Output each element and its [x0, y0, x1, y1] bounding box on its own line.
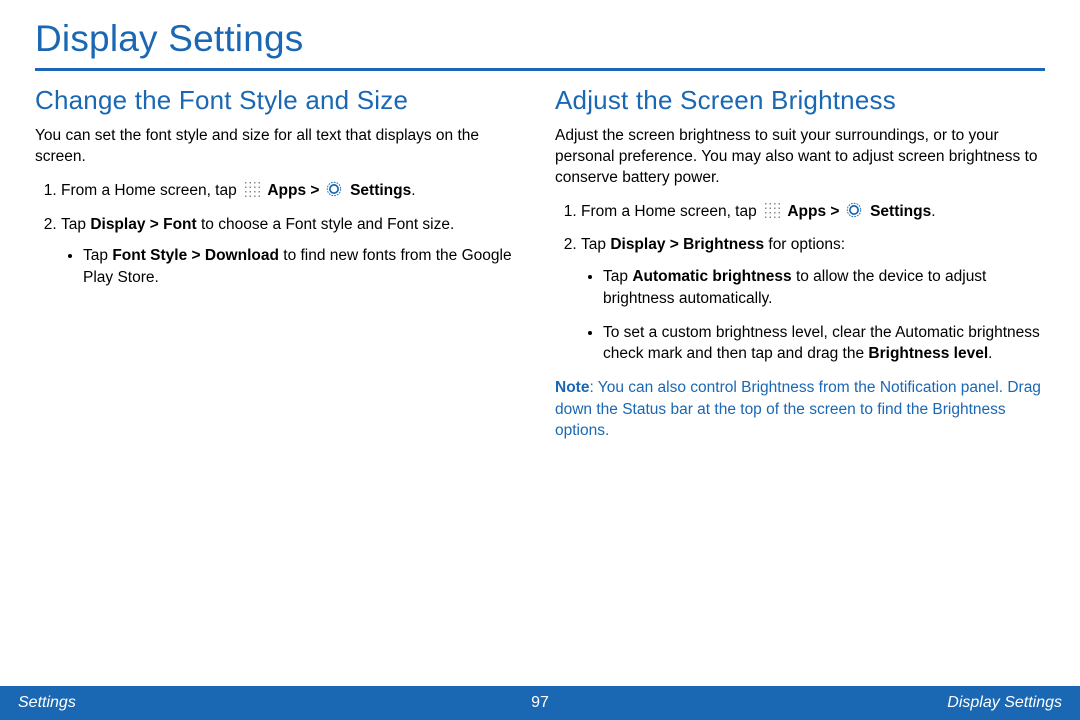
- step-item: Tap Display > Font to choose a Font styl…: [61, 214, 525, 289]
- step-text: to choose a Font style and Font size.: [197, 216, 455, 233]
- intro-text-font: You can set the font style and size for …: [35, 126, 525, 168]
- bullet-text: Tap: [603, 268, 632, 285]
- bullet-item: To set a custom brightness level, clear …: [603, 322, 1045, 365]
- bullet-text: .: [988, 345, 992, 362]
- page-title: Display Settings: [35, 18, 1045, 71]
- step-text: From a Home screen, tap: [61, 182, 241, 199]
- intro-text-brightness: Adjust the screen brightness to suit you…: [555, 126, 1045, 189]
- step-bold: Display > Font: [90, 216, 196, 233]
- bullet-list: Tap Font Style > Download to find new fo…: [61, 245, 525, 288]
- column-left: Change the Font Style and Size You can s…: [35, 85, 525, 442]
- settings-gear-icon: [325, 180, 343, 198]
- bullet-bold: Font Style > Download: [112, 247, 279, 264]
- step-item: Tap Display > Brightness for options: Ta…: [581, 234, 1045, 364]
- page-root: Display Settings Change the Font Style a…: [0, 0, 1080, 720]
- step-bold: Settings: [870, 203, 931, 220]
- bullet-item: Tap Automatic brightness to allow the de…: [603, 266, 1045, 309]
- bullet-bold: Brightness level: [868, 345, 988, 362]
- step-text: From a Home screen, tap: [581, 203, 761, 220]
- step-text: .: [411, 182, 415, 199]
- step-bold: Display > Brightness: [610, 236, 764, 253]
- note-label: Note: [555, 379, 589, 396]
- bullet-item: Tap Font Style > Download to find new fo…: [83, 245, 525, 288]
- step-text: .: [931, 203, 935, 220]
- footer-right: Display Settings: [947, 694, 1062, 712]
- two-column-layout: Change the Font Style and Size You can s…: [35, 85, 1045, 442]
- page-footer: Settings 97 Display Settings: [0, 686, 1080, 720]
- step-item: From a Home screen, tap Apps > Settings.: [61, 180, 525, 202]
- footer-left: Settings: [18, 694, 76, 712]
- step-bold: Settings: [350, 182, 411, 199]
- column-right: Adjust the Screen Brightness Adjust the …: [555, 85, 1045, 442]
- settings-gear-icon: [845, 201, 863, 219]
- step-bold: Apps >: [267, 182, 323, 199]
- section-heading-font: Change the Font Style and Size: [35, 85, 525, 116]
- step-bold: Apps >: [787, 203, 843, 220]
- step-text: for options:: [764, 236, 845, 253]
- bullet-list: Tap Automatic brightness to allow the de…: [581, 266, 1045, 365]
- apps-grid-icon: [243, 180, 261, 198]
- steps-list-font: From a Home screen, tap Apps > Settings.…: [35, 180, 525, 289]
- step-text: Tap: [61, 216, 90, 233]
- step-item: From a Home screen, tap Apps > Settings.: [581, 201, 1045, 223]
- bullet-text: Tap: [83, 247, 112, 264]
- section-heading-brightness: Adjust the Screen Brightness: [555, 85, 1045, 116]
- apps-grid-icon: [763, 201, 781, 219]
- bullet-bold: Automatic brightness: [632, 268, 791, 285]
- footer-page-number: 97: [531, 694, 549, 712]
- step-text: Tap: [581, 236, 610, 253]
- steps-list-brightness: From a Home screen, tap Apps > Settings.…: [555, 201, 1045, 365]
- note-body: : You can also control Brightness from t…: [555, 379, 1041, 439]
- note-text: Note: You can also control Brightness fr…: [555, 377, 1045, 442]
